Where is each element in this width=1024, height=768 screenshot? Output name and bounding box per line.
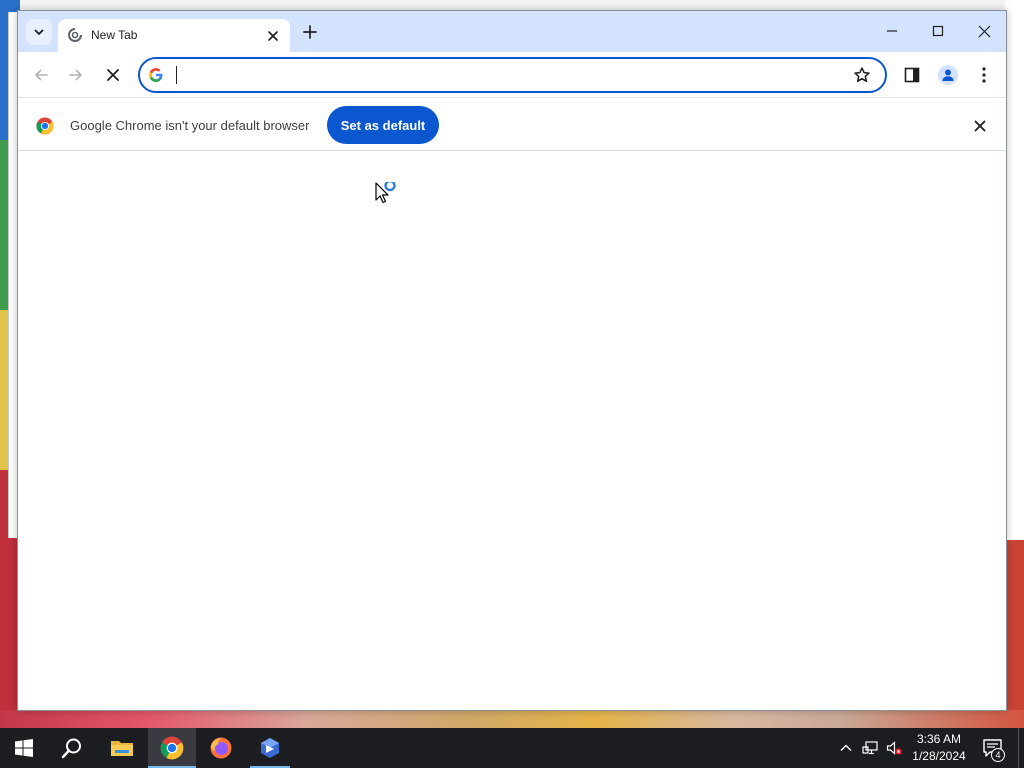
- maximize-button[interactable]: [915, 11, 961, 51]
- text-caret: [176, 66, 177, 84]
- app-taskbar-button[interactable]: [246, 728, 294, 768]
- wallpaper-strip: [1005, 540, 1024, 730]
- bookmark-star-icon[interactable]: [853, 66, 871, 84]
- wallpaper-bottom-strip: [0, 710, 1024, 730]
- chrome-logo-icon: [36, 117, 54, 135]
- infobar-message: Google Chrome isn't your default browser: [70, 118, 310, 133]
- side-panel-icon: [904, 67, 920, 83]
- tab-title: New Tab: [91, 28, 138, 42]
- chrome-window: New Tab Google Chrome isn't your default…: [17, 10, 1007, 711]
- more-vert-icon: [982, 67, 986, 83]
- default-browser-infobar: Google Chrome isn't your default browser…: [18, 97, 1006, 151]
- notification-count-badge: 4: [991, 748, 1005, 762]
- search-icon: [61, 738, 81, 759]
- taskbar-clock[interactable]: 3:36 AM 1/28/2024: [908, 731, 970, 765]
- clock-time: 3:36 AM: [916, 732, 962, 746]
- close-icon: [978, 25, 990, 37]
- chrome-icon: [160, 736, 184, 760]
- minimize-button[interactable]: [869, 11, 915, 51]
- avatar: [938, 65, 958, 85]
- volume-muted-icon[interactable]: [886, 740, 902, 756]
- profile-button[interactable]: [938, 65, 958, 85]
- address-bar[interactable]: [138, 57, 887, 93]
- page-content-area: [18, 151, 1006, 710]
- tab-new-tab[interactable]: New Tab: [58, 19, 290, 52]
- taskbar-search-button[interactable]: [48, 728, 96, 768]
- file-explorer-button[interactable]: [98, 728, 146, 768]
- google-g-icon: [149, 68, 163, 82]
- back-arrow-icon[interactable]: [32, 66, 50, 84]
- firefox-taskbar-button[interactable]: [197, 728, 245, 768]
- clock-date: 1/28/2024: [912, 749, 966, 763]
- set-as-default-button[interactable]: Set as default: [327, 106, 439, 144]
- app-icon: [261, 738, 279, 758]
- firefox-icon: [210, 737, 232, 759]
- forward-arrow-icon[interactable]: [67, 66, 85, 84]
- person-icon: [942, 69, 954, 81]
- background-window-edge: [1005, 0, 1024, 540]
- start-button[interactable]: [0, 728, 48, 768]
- windows-logo-icon: [15, 739, 33, 757]
- browser-toolbar: [18, 52, 1006, 97]
- show-desktop-button[interactable]: [1018, 728, 1024, 768]
- loading-favicon-icon: [68, 27, 83, 42]
- folder-icon: [111, 741, 133, 756]
- taskbar: 3:36 AM 1/28/2024 4: [0, 728, 1024, 768]
- network-icon[interactable]: [862, 740, 878, 756]
- chrome-menu-button[interactable]: [974, 65, 994, 85]
- busy-cursor-icon: [375, 182, 396, 204]
- window-close-button[interactable]: [961, 11, 1007, 51]
- tab-search-button[interactable]: [26, 19, 52, 45]
- minimize-icon: [887, 30, 897, 32]
- stop-loading-icon[interactable]: [104, 66, 122, 84]
- maximize-icon: [932, 25, 944, 37]
- close-icon[interactable]: [972, 118, 988, 134]
- close-tab-icon[interactable]: [265, 28, 281, 44]
- address-input[interactable]: [174, 64, 834, 86]
- chrome-taskbar-button[interactable]: [148, 728, 196, 768]
- chevron-up-icon[interactable]: [838, 740, 854, 756]
- chevron-down-icon: [34, 29, 44, 35]
- side-panel-button[interactable]: [902, 65, 922, 85]
- tab-strip: New Tab: [18, 11, 1006, 52]
- new-tab-plus-icon[interactable]: [301, 23, 319, 41]
